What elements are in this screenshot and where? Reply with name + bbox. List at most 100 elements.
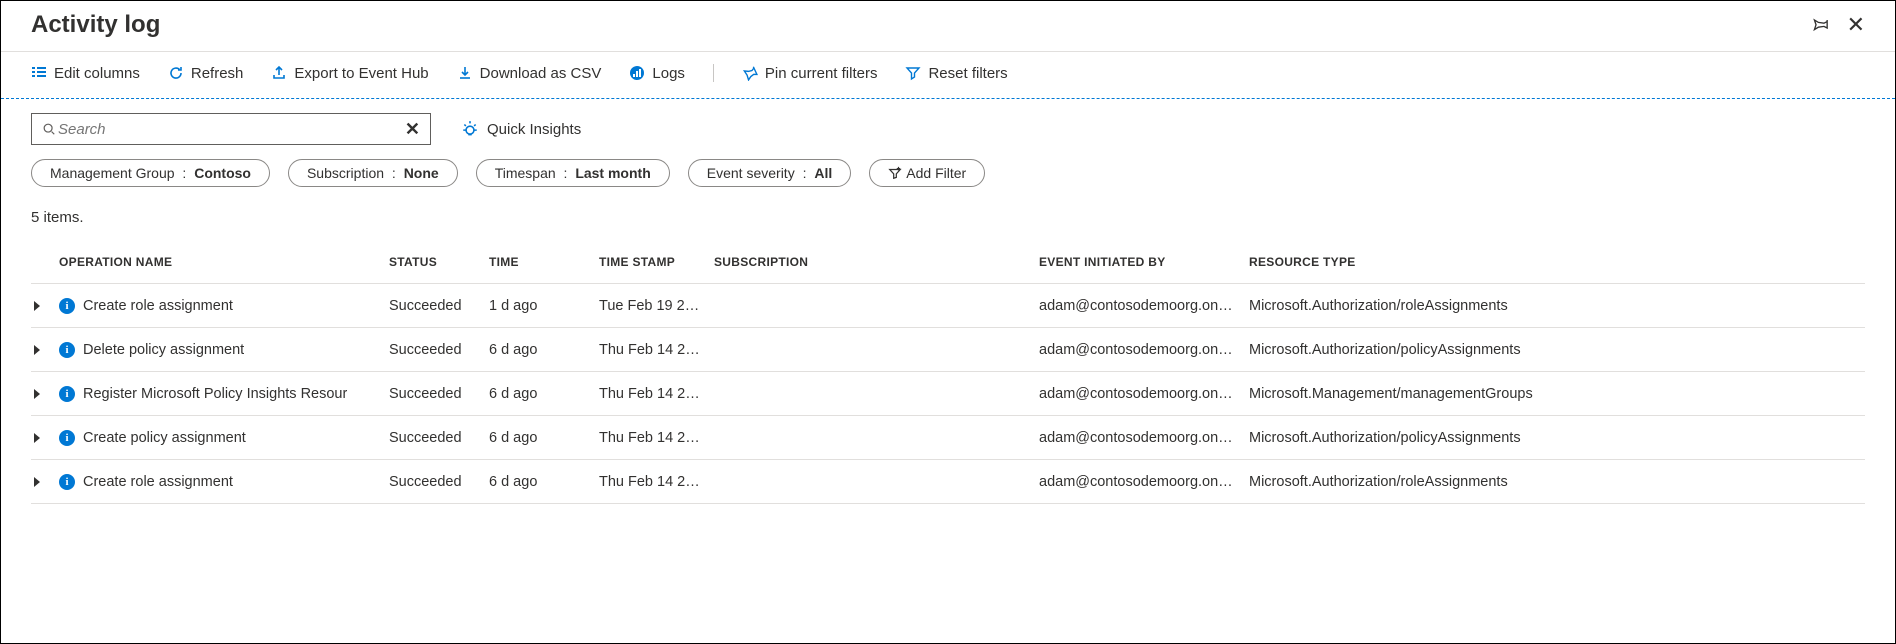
timestamp: Tue Feb 19 2… bbox=[595, 298, 710, 314]
initiated-by: adam@contosodemoorg.on… bbox=[1035, 386, 1245, 402]
reset-filters-button[interactable]: Reset filters bbox=[905, 65, 1007, 82]
col-operation[interactable]: OPERATION NAME bbox=[55, 255, 385, 269]
col-subscription[interactable]: SUBSCRIPTION bbox=[710, 255, 1035, 269]
filter-timespan[interactable]: Timespan : Last month bbox=[476, 159, 670, 187]
separator bbox=[713, 64, 714, 82]
status: Succeeded bbox=[385, 474, 485, 490]
timestamp: Thu Feb 14 2… bbox=[595, 386, 710, 402]
reset-filters-label: Reset filters bbox=[928, 65, 1007, 82]
operation-name: Delete policy assignment bbox=[83, 342, 244, 358]
resource-type: Microsoft.Authorization/roleAssignments bbox=[1245, 298, 1865, 314]
quick-insights-label: Quick Insights bbox=[487, 121, 581, 138]
operation-name: Create role assignment bbox=[83, 474, 233, 490]
resource-type: Microsoft.Authorization/policyAssignment… bbox=[1245, 430, 1865, 446]
download-icon bbox=[457, 65, 473, 81]
time: 6 d ago bbox=[485, 386, 595, 402]
status: Succeeded bbox=[385, 386, 485, 402]
table-row[interactable]: i Create role assignment Succeeded 1 d a… bbox=[31, 284, 1865, 328]
col-timestamp[interactable]: TIME STAMP bbox=[595, 255, 710, 269]
table-row[interactable]: i Delete policy assignment Succeeded 6 d… bbox=[31, 328, 1865, 372]
filter-value: Last month bbox=[575, 165, 650, 181]
expand-caret-icon[interactable] bbox=[31, 389, 43, 399]
time: 6 d ago bbox=[485, 342, 595, 358]
logs-label: Logs bbox=[652, 65, 685, 82]
grid-header: OPERATION NAME STATUS TIME TIME STAMP SU… bbox=[31, 240, 1865, 284]
edit-columns-button[interactable]: Edit columns bbox=[31, 65, 140, 82]
col-status[interactable]: STATUS bbox=[385, 255, 485, 269]
pin-icon[interactable] bbox=[1811, 15, 1829, 36]
pin-filters-label: Pin current filters bbox=[765, 65, 878, 82]
col-initiated-by[interactable]: EVENT INITIATED BY bbox=[1035, 255, 1245, 269]
filter-event-severity[interactable]: Event severity : All bbox=[688, 159, 852, 187]
page-title: Activity log bbox=[31, 11, 160, 39]
table-row[interactable]: i Create role assignment Succeeded 6 d a… bbox=[31, 460, 1865, 504]
timestamp: Thu Feb 14 2… bbox=[595, 342, 710, 358]
refresh-icon bbox=[168, 65, 184, 81]
export-label: Export to Event Hub bbox=[294, 65, 428, 82]
export-icon bbox=[271, 65, 287, 81]
download-csv-button[interactable]: Download as CSV bbox=[457, 65, 602, 82]
search-box[interactable]: ✕ bbox=[31, 113, 431, 145]
resource-type: Microsoft.Authorization/roleAssignments bbox=[1245, 474, 1865, 490]
search-icon bbox=[42, 122, 56, 136]
filter-label: Management Group bbox=[50, 165, 175, 181]
filter-label: Event severity bbox=[707, 165, 795, 181]
filter-management-group[interactable]: Management Group : Contoso bbox=[31, 159, 270, 187]
logs-icon bbox=[629, 65, 645, 81]
filter-value: Contoso bbox=[194, 165, 251, 181]
edit-columns-label: Edit columns bbox=[54, 65, 140, 82]
pin-filters-button[interactable]: Pin current filters bbox=[742, 65, 878, 82]
add-filter-label: Add Filter bbox=[906, 165, 966, 181]
status: Succeeded bbox=[385, 430, 485, 446]
operation-name: Create role assignment bbox=[83, 298, 233, 314]
activity-grid: OPERATION NAME STATUS TIME TIME STAMP SU… bbox=[31, 240, 1865, 504]
initiated-by: adam@contosodemoorg.on… bbox=[1035, 342, 1245, 358]
col-resource-type[interactable]: RESOURCE TYPE bbox=[1245, 255, 1865, 269]
search-row: ✕ Quick Insights bbox=[1, 99, 1895, 155]
table-row[interactable]: i Register Microsoft Policy Insights Res… bbox=[31, 372, 1865, 416]
operation-name: Register Microsoft Policy Insights Resou… bbox=[83, 386, 347, 402]
info-icon: i bbox=[59, 386, 75, 402]
filter-bar: Management Group : Contoso Subscription … bbox=[1, 155, 1895, 199]
add-filter-icon bbox=[888, 166, 902, 180]
blade-header: Activity log ✕ bbox=[1, 1, 1895, 52]
export-event-hub-button[interactable]: Export to Event Hub bbox=[271, 65, 428, 82]
col-time[interactable]: TIME bbox=[485, 255, 595, 269]
filter-subscription[interactable]: Subscription : None bbox=[288, 159, 458, 187]
logs-button[interactable]: Logs bbox=[629, 65, 685, 82]
operation-name: Create policy assignment bbox=[83, 430, 246, 446]
command-bar: Edit columns Refresh Export to Event Hub… bbox=[1, 52, 1895, 99]
info-icon: i bbox=[59, 430, 75, 446]
info-icon: i bbox=[59, 342, 75, 358]
insights-icon bbox=[461, 120, 479, 138]
expand-caret-icon[interactable] bbox=[31, 345, 43, 355]
initiated-by: adam@contosodemoorg.on… bbox=[1035, 430, 1245, 446]
expand-caret-icon[interactable] bbox=[31, 477, 43, 487]
quick-insights-button[interactable]: Quick Insights bbox=[461, 120, 581, 138]
refresh-label: Refresh bbox=[191, 65, 244, 82]
search-input[interactable] bbox=[56, 120, 405, 139]
add-filter-button[interactable]: Add Filter bbox=[869, 159, 985, 187]
refresh-button[interactable]: Refresh bbox=[168, 65, 244, 82]
initiated-by: adam@contosodemoorg.on… bbox=[1035, 298, 1245, 314]
expand-caret-icon[interactable] bbox=[31, 433, 43, 443]
timestamp: Thu Feb 14 2… bbox=[595, 430, 710, 446]
info-icon: i bbox=[59, 474, 75, 490]
resource-type: Microsoft.Management/managementGroups bbox=[1245, 386, 1865, 402]
clear-icon[interactable]: ✕ bbox=[405, 119, 420, 140]
filter-value: All bbox=[814, 165, 832, 181]
filter-value: None bbox=[404, 165, 439, 181]
item-count: 5 items. bbox=[1, 199, 1895, 240]
status: Succeeded bbox=[385, 298, 485, 314]
columns-icon bbox=[31, 65, 47, 81]
initiated-by: adam@contosodemoorg.on… bbox=[1035, 474, 1245, 490]
reset-filters-icon bbox=[905, 65, 921, 81]
filter-label: Subscription bbox=[307, 165, 384, 181]
close-icon[interactable]: ✕ bbox=[1847, 14, 1865, 36]
download-label: Download as CSV bbox=[480, 65, 602, 82]
table-row[interactable]: i Create policy assignment Succeeded 6 d… bbox=[31, 416, 1865, 460]
info-icon: i bbox=[59, 298, 75, 314]
expand-caret-icon[interactable] bbox=[31, 301, 43, 311]
time: 6 d ago bbox=[485, 474, 595, 490]
time: 6 d ago bbox=[485, 430, 595, 446]
